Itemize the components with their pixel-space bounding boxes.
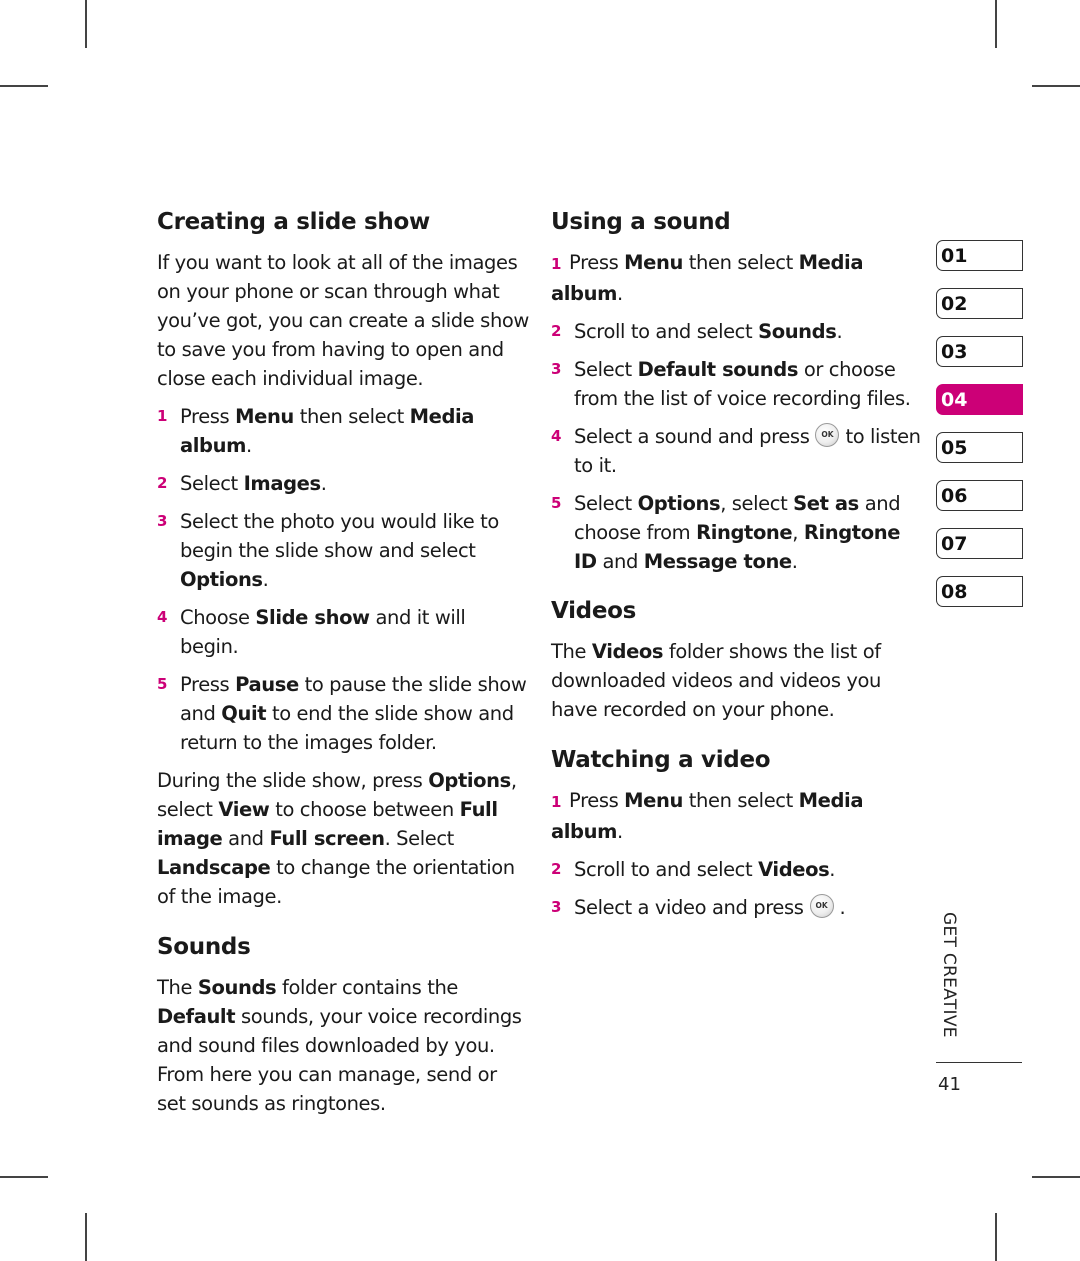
slide-show-note: During the slide show, press Options, se… (157, 769, 517, 908)
bold-term: Full screen (269, 827, 385, 850)
bold-term: Images (243, 472, 322, 495)
chapter-tab-04[interactable]: 04 (936, 384, 1023, 415)
bold-term: Options (637, 492, 721, 515)
crop-mark-top-right-horizontal (1032, 85, 1080, 87)
step-number: 3 (551, 898, 562, 916)
step-number: 2 (551, 860, 562, 878)
section-heading-slide-show: Creating a slide show (157, 209, 430, 235)
step-number: 1 (157, 407, 168, 425)
chapter-tab-06[interactable]: 06 (936, 480, 1023, 511)
bold-term: Menu (624, 789, 683, 812)
bold-term: Landscape (157, 856, 271, 879)
crop-mark-bottom-right-horizontal (1032, 1176, 1080, 1178)
ok-key-icon: OK (809, 893, 834, 918)
section-heading-watching-video: Watching a video (551, 747, 771, 773)
bold-term: Quit (221, 702, 267, 725)
step-number: 4 (157, 608, 168, 626)
crop-mark-bottom-left-horizontal (0, 1176, 48, 1178)
step-item: 5 Select Options, select Set as and choos… (551, 489, 921, 576)
step-item: 5 Press Pause to pause the slide show and… (157, 670, 529, 757)
step-number: 1 (551, 255, 562, 273)
step-item: 1 Press Menu then select Media album. (157, 402, 529, 460)
bold-term: Default (157, 1005, 236, 1028)
step-number: 3 (551, 360, 562, 378)
step-item: 3 Select the photo you would like to begi… (157, 507, 529, 594)
videos-body: The Videos folder shows the list of down… (551, 640, 882, 721)
bold-term: Media album (180, 405, 475, 457)
bold-term: Menu (235, 405, 294, 428)
step-item: 4 Select a sound and press OK to listen to … (551, 422, 921, 480)
crop-mark-top-left-horizontal (0, 85, 48, 87)
step-item: 1 Press Menu then select Media album. (551, 251, 864, 305)
step-item: 1 Press Menu then select Media album. (551, 789, 864, 843)
bold-term: Slide show (255, 606, 370, 629)
section-heading-videos: Videos (551, 598, 637, 624)
slide-show-intro: If you want to look at all of the images… (157, 251, 529, 390)
step-number: 2 (157, 474, 168, 492)
using-sound-steps: 1 Press Menu then select Media album. 2 Scr… (551, 248, 921, 576)
crop-mark-top-left-vertical (85, 0, 87, 48)
bold-term: Videos (758, 858, 830, 881)
chapter-tabs: 01 02 03 04 05 06 07 08 (936, 240, 1023, 624)
step-item: 2 Scroll to and select Sounds. (551, 317, 921, 346)
step-number: 5 (551, 494, 562, 512)
section-heading-sounds: Sounds (157, 934, 251, 960)
bold-term: Menu (624, 251, 683, 274)
crop-mark-bottom-right-vertical (995, 1213, 997, 1261)
chapter-tab-08[interactable]: 08 (936, 576, 1023, 607)
step-number: 2 (551, 322, 562, 340)
ok-key-icon: OK (815, 422, 840, 447)
step-item: 3 Select Default sounds or choose from th… (551, 355, 921, 413)
section-heading-using-sound: Using a sound (551, 209, 731, 235)
step-item: 4 Choose Slide show and it will begin. (157, 603, 529, 661)
bold-term: Ringtone (696, 521, 793, 544)
chapter-tab-07[interactable]: 07 (936, 528, 1023, 559)
chapter-tab-05[interactable]: 05 (936, 432, 1023, 463)
bold-term: Sounds (758, 320, 837, 343)
step-number: 3 (157, 512, 168, 530)
bold-term: Videos (591, 640, 664, 663)
bold-term: Pause (235, 673, 299, 696)
bold-term: Message tone (643, 550, 792, 573)
bold-term: View (218, 798, 270, 821)
chapter-tab-03[interactable]: 03 (936, 336, 1023, 367)
step-number: 4 (551, 427, 562, 445)
watching-video-steps: 1 Press Menu then select Media album. 2 Scr… (551, 786, 921, 922)
bold-term: Sounds (197, 976, 277, 999)
step-item: 3 Select a video and press OK. (551, 893, 921, 922)
left-column: Creating a slide show If you want to loo… (157, 206, 529, 1118)
bold-term: Set as (793, 492, 859, 515)
slide-show-steps: 1 Press Menu then select Media album. 2 Sel… (157, 402, 529, 757)
crop-mark-top-right-vertical (995, 0, 997, 48)
section-label-text: GET CREATIVE (939, 912, 959, 1038)
section-label: GET CREATIVE (933, 912, 963, 1052)
bold-term: Default sounds (637, 358, 799, 381)
step-number: 1 (551, 793, 562, 811)
chapter-tab-01[interactable]: 01 (936, 240, 1023, 271)
bold-term: Media album (551, 251, 864, 305)
page-number: 41 (938, 1074, 961, 1095)
bold-term: Options (180, 568, 263, 591)
step-item: 2 Select Images. (157, 469, 529, 498)
chapter-tab-02[interactable]: 02 (936, 288, 1023, 319)
step-number: 5 (157, 675, 168, 693)
right-column: Using a sound 1 Press Menu then select Me… (551, 206, 921, 931)
bold-term: Options (428, 769, 511, 792)
page-number-rule (936, 1062, 1022, 1064)
crop-mark-bottom-left-vertical (85, 1213, 87, 1261)
sounds-body: The Sounds folder contains the Default s… (157, 976, 522, 1115)
step-item: 2 Scroll to and select Videos. (551, 855, 921, 884)
bold-term: Media album (551, 789, 864, 843)
